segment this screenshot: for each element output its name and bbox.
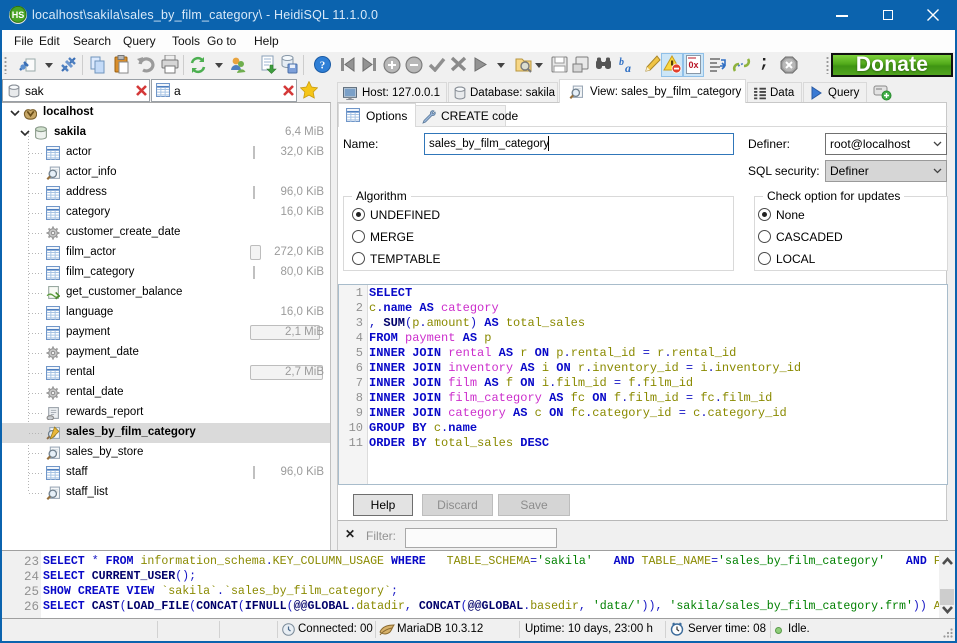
svg-text:?: ?: [320, 60, 326, 72]
svg-text:HS: HS: [12, 10, 25, 20]
svg-text:b: b: [619, 57, 624, 68]
svg-text:a: a: [625, 61, 631, 74]
svg-text:0x: 0x: [688, 60, 698, 70]
